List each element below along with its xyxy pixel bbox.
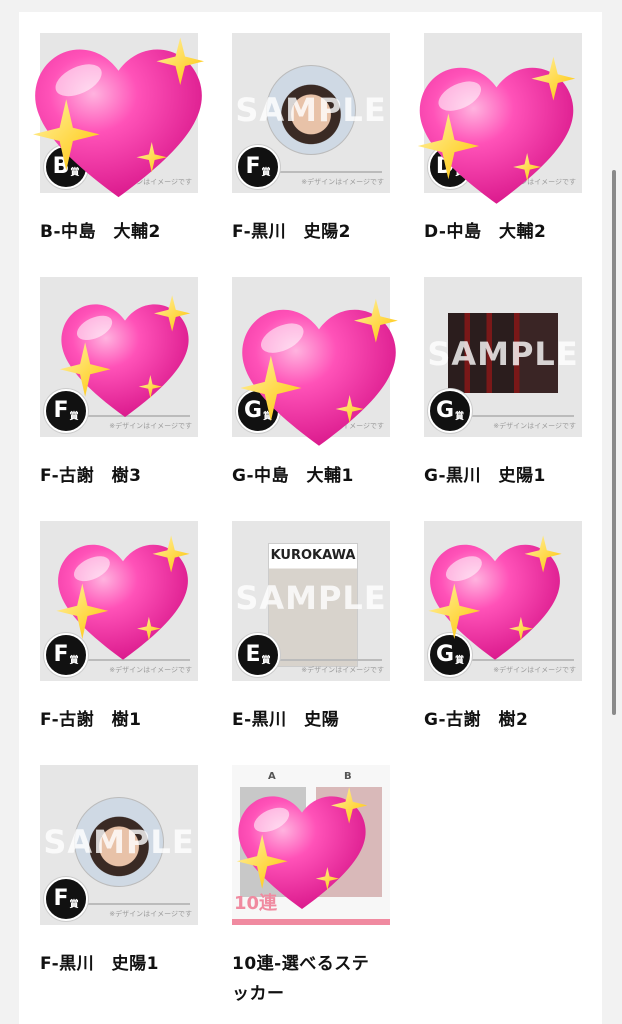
prize-badge: B賞	[44, 145, 88, 189]
prize-badge: E賞	[236, 633, 280, 677]
badge-bar	[464, 659, 574, 661]
product-thumbnail[interactable]: F賞 ※デザインはイメージです	[40, 521, 198, 681]
product-thumbnail[interactable]: A B 10連	[232, 765, 390, 925]
design-note: ※デザインはイメージです	[109, 666, 192, 674]
sticker-bottom-text: 10連	[234, 893, 278, 914]
product-thumbnail[interactable]: SAMPLE G賞 ※デザインはイメージです	[424, 277, 582, 437]
sample-watermark: SAMPLE	[427, 335, 579, 373]
design-note: ※デザインはイメージです	[109, 422, 192, 430]
product-thumbnail[interactable]: SAMPLE F賞 ※デザインはイメージです	[40, 765, 198, 925]
badge-bar	[464, 415, 574, 417]
product-label[interactable]: G-古謝 樹2	[424, 705, 584, 735]
product-thumbnail[interactable]: F賞 ※デザインはイメージです	[40, 277, 198, 437]
badge-bar	[80, 415, 190, 417]
product-label[interactable]: F-黒川 史陽2	[232, 217, 392, 247]
product-label[interactable]: G-中島 大輔1	[232, 461, 392, 491]
product-thumbnail[interactable]: G賞 ※デザインはイメージです	[232, 277, 390, 437]
sample-watermark: SAMPLE	[235, 579, 387, 617]
product-item[interactable]: SAMPLE F賞 ※デザインはイメージです F-黒川 史陽2	[232, 33, 392, 247]
product-thumbnail[interactable]: G賞 ※デザインはイメージです	[424, 521, 582, 681]
prize-badge: G賞	[428, 633, 472, 677]
product-item[interactable]: SAMPLE G賞 ※デザインはイメージです G-黒川 史陽1	[424, 277, 584, 491]
scrollbar[interactable]	[612, 170, 616, 715]
product-item[interactable]: KUROKAWA SAMPLE E賞 ※デザインはイメージです E-黒川 史陽	[232, 521, 392, 735]
product-item[interactable]: SAMPLE F賞 ※デザインはイメージです F-黒川 史陽1	[40, 765, 200, 979]
design-note: ※デザインはイメージです	[109, 178, 192, 186]
design-note: ※デザインはイメージです	[301, 178, 384, 186]
product-item[interactable]: F賞 ※デザインはイメージです F-古謝 樹3	[40, 277, 200, 491]
sample-watermark: SAMPLE	[43, 823, 195, 861]
badge-bar	[272, 171, 382, 173]
product-label[interactable]: G-黒川 史陽1	[424, 461, 584, 491]
prize-badge: G賞	[428, 389, 472, 433]
badge-bar	[80, 659, 190, 661]
product-thumbnail[interactable]: KUROKAWA SAMPLE E賞 ※デザインはイメージです	[232, 521, 390, 681]
product-item[interactable]: G賞 ※デザインはイメージです G-古謝 樹2	[424, 521, 584, 735]
product-label[interactable]: B-中島 大輔2	[40, 217, 200, 247]
sticker-label-b: B	[344, 771, 352, 782]
product-item[interactable]: G賞 ※デザインはイメージです G-中島 大輔1	[232, 277, 392, 491]
product-thumbnail[interactable]: B賞 ※デザインはイメージです	[40, 33, 198, 193]
product-label[interactable]: 10連-選べるステ ッカー	[232, 949, 392, 1009]
prize-badge: D賞	[428, 145, 472, 189]
product-label[interactable]: F-古謝 樹3	[40, 461, 200, 491]
product-item[interactable]: D賞 ※デザインはイメージです D-中島 大輔2	[424, 33, 584, 247]
design-note: ※デザインはイメージです	[109, 910, 192, 918]
prize-badge: G賞	[236, 389, 280, 433]
sticker-sheet: A B 10連	[232, 765, 390, 925]
design-note: ※デザインはイメージです	[493, 422, 576, 430]
prize-badge: F賞	[44, 877, 88, 921]
prize-badge: F賞	[236, 145, 280, 189]
product-label[interactable]: F-古謝 樹1	[40, 705, 200, 735]
product-item[interactable]: B賞 ※デザインはイメージです B-中島 大輔2	[40, 33, 200, 247]
design-note: ※デザインはイメージです	[493, 178, 576, 186]
product-thumbnail[interactable]: D賞 ※デザインはイメージです	[424, 33, 582, 193]
product-label[interactable]: F-黒川 史陽1	[40, 949, 200, 979]
badge-bar	[272, 659, 382, 661]
product-thumbnail[interactable]: SAMPLE F賞 ※デザインはイメージです	[232, 33, 390, 193]
design-note: ※デザインはイメージです	[493, 666, 576, 674]
sticker-label-a: A	[268, 771, 276, 782]
card-title: KUROKAWA	[270, 548, 356, 563]
badge-bar	[80, 903, 190, 905]
product-label[interactable]: E-黒川 史陽	[232, 705, 392, 735]
prize-badge: F賞	[44, 633, 88, 677]
prize-badge: F賞	[44, 389, 88, 433]
product-item[interactable]: A B 10連 10連-選べるステ ッカー	[232, 765, 392, 1009]
sample-watermark: SAMPLE	[235, 91, 387, 129]
design-note: ※デザインはイメージです	[301, 666, 384, 674]
product-label[interactable]: D-中島 大輔2	[424, 217, 584, 247]
product-item[interactable]: F賞 ※デザインはイメージです F-古謝 樹1	[40, 521, 200, 735]
design-note: ※デザインはイメージです	[301, 422, 384, 430]
